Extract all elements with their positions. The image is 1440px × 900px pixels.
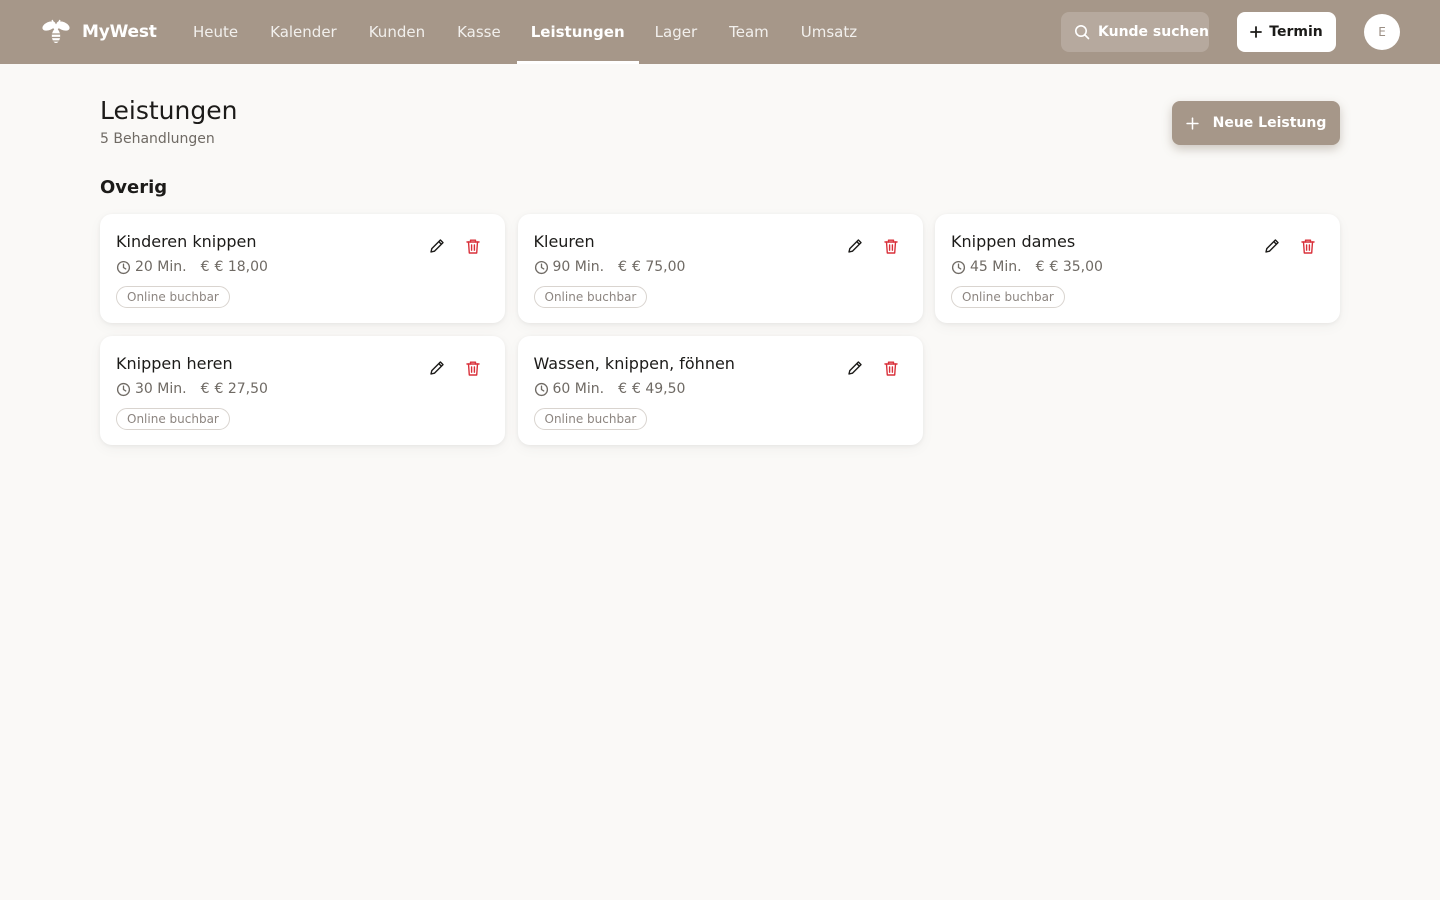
service-name: Wassen, knippen, föhnen <box>533 354 735 373</box>
online-bookable-badge: Online buchbar <box>116 408 230 430</box>
edit-button[interactable] <box>425 356 449 380</box>
customer-search-button[interactable]: Kunde suchen <box>1061 12 1209 52</box>
clock-icon <box>116 382 131 397</box>
nav-item-heute[interactable]: Heute <box>177 0 254 64</box>
service-meta: 90 Min. € € 75,00 <box>534 259 686 275</box>
edit-button[interactable] <box>1260 234 1284 258</box>
pencil-icon <box>846 237 864 255</box>
service-card[interactable]: Wassen, knippen, föhnen 60 Min. € € 49,5… <box>517 336 923 445</box>
delete-button[interactable] <box>1296 234 1320 258</box>
service-duration: 90 Min. <box>552 259 605 275</box>
online-bookable-badge: Online buchbar <box>116 286 230 308</box>
service-meta: 30 Min. € € 27,50 <box>116 381 268 397</box>
service-card[interactable]: Kleuren 90 Min. € € 75,00 Online buchbar <box>517 214 923 323</box>
service-price: € 18,00 <box>214 259 268 275</box>
nav-item-kunden[interactable]: Kunden <box>353 0 441 64</box>
customer-search-label: Kunde suchen <box>1098 24 1209 40</box>
service-card[interactable]: Kinderen knippen 20 Min. € € 18,00 Onlin… <box>100 214 505 323</box>
page-title: Leistungen <box>100 96 238 125</box>
pencil-icon <box>1263 237 1281 255</box>
page-subtitle: 5 Behandlungen <box>100 131 215 147</box>
plus-icon <box>1250 26 1263 38</box>
trash-icon <box>883 360 899 377</box>
service-name: Kleuren <box>533 232 595 251</box>
nav-item-team[interactable]: Team <box>713 0 785 64</box>
nav-item-umsatz[interactable]: Umsatz <box>785 0 873 64</box>
trash-icon <box>1300 238 1316 255</box>
nav-item-kalender[interactable]: Kalender <box>254 0 353 64</box>
service-duration: 60 Min. <box>552 381 605 397</box>
category-title: Overig <box>100 177 168 198</box>
service-price: € 49,50 <box>631 381 686 397</box>
brand[interactable]: MyWest <box>40 14 157 50</box>
euro-icon: € <box>618 381 627 397</box>
service-card[interactable]: Knippen heren 30 Min. € € 27,50 Online b… <box>100 336 505 445</box>
pencil-icon <box>428 359 446 377</box>
service-duration: 20 Min. <box>135 259 187 275</box>
pencil-icon <box>428 237 446 255</box>
service-grid: Kinderen knippen 20 Min. € € 18,00 Onlin… <box>100 214 1340 445</box>
service-meta: 20 Min. € € 18,00 <box>116 259 268 275</box>
service-meta: 60 Min. € € 49,50 <box>534 381 686 397</box>
clock-icon <box>116 260 131 275</box>
edit-button[interactable] <box>843 356 867 380</box>
top-navigation-bar: MyWest Heute Kalender Kunden Kasse Leist… <box>0 0 1440 64</box>
service-meta: 45 Min. € € 35,00 <box>951 259 1103 275</box>
delete-button[interactable] <box>461 234 485 258</box>
pencil-icon <box>846 359 864 377</box>
nav-item-kasse[interactable]: Kasse <box>441 0 517 64</box>
edit-button[interactable] <box>843 234 867 258</box>
delete-button[interactable] <box>879 356 903 380</box>
trash-icon <box>465 238 481 255</box>
online-bookable-badge: Online buchbar <box>951 286 1065 308</box>
new-appointment-label: Termin <box>1269 24 1323 40</box>
service-price: € 27,50 <box>214 381 268 397</box>
service-name: Kinderen knippen <box>116 232 257 251</box>
clock-icon <box>534 260 549 275</box>
service-card[interactable]: Knippen dames 45 Min. € € 35,00 Online b… <box>935 214 1340 323</box>
new-service-label: Neue Leistung <box>1212 115 1327 131</box>
bee-icon <box>40 16 72 48</box>
delete-button[interactable] <box>879 234 903 258</box>
service-duration: 30 Min. <box>135 381 187 397</box>
service-name: Knippen heren <box>116 354 233 373</box>
euro-icon: € <box>1035 259 1045 275</box>
service-price: € 75,00 <box>631 259 686 275</box>
clock-icon <box>534 382 549 397</box>
brand-name: MyWest <box>82 22 157 42</box>
user-avatar[interactable]: E <box>1364 14 1400 50</box>
new-appointment-button[interactable]: Termin <box>1237 12 1336 52</box>
online-bookable-badge: Online buchbar <box>533 286 648 308</box>
plus-icon <box>1185 116 1199 130</box>
euro-icon: € <box>200 259 210 275</box>
nav-item-leistungen[interactable]: Leistungen <box>516 0 639 64</box>
trash-icon <box>465 360 481 377</box>
euro-icon: € <box>618 259 627 275</box>
new-service-button[interactable]: Neue Leistung <box>1172 101 1340 145</box>
main-nav: Heute Kalender Kunden Kasse Leistungen L… <box>177 0 873 64</box>
clock-icon <box>951 260 966 275</box>
service-name: Knippen dames <box>951 232 1076 251</box>
nav-item-lager[interactable]: Lager <box>639 0 713 64</box>
trash-icon <box>883 238 899 255</box>
euro-icon: € <box>200 381 210 397</box>
service-duration: 45 Min. <box>970 259 1022 275</box>
online-bookable-badge: Online buchbar <box>533 408 648 430</box>
delete-button[interactable] <box>461 356 485 380</box>
service-price: € 35,00 <box>1049 259 1103 275</box>
search-icon <box>1074 24 1090 40</box>
edit-button[interactable] <box>425 234 449 258</box>
